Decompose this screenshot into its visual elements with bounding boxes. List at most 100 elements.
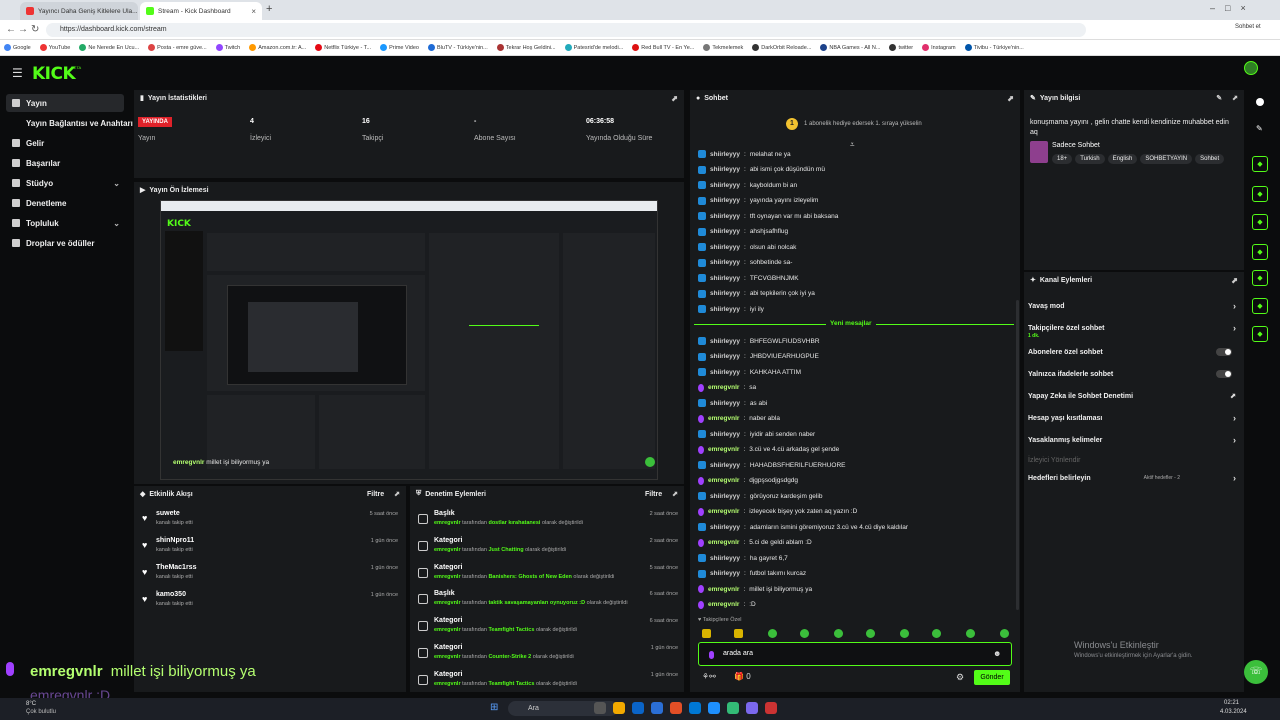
toggle-switch[interactable] <box>1216 370 1232 378</box>
browser-tab-youtube[interactable]: Yayıncı Daha Geniş Kitlelere Ula... × <box>20 2 138 20</box>
emote-icon[interactable] <box>768 629 777 638</box>
emote-icon[interactable] <box>900 629 909 638</box>
chat-username[interactable]: emregvnlr <box>708 539 739 546</box>
sidebar-item-0[interactable]: Yayın <box>6 94 124 112</box>
chevron-right-icon[interactable]: › <box>1233 301 1236 311</box>
tag-pill[interactable]: Sohbet <box>1195 154 1225 164</box>
bookmark-item[interactable]: Tekmelemek <box>703 44 743 51</box>
category-name[interactable]: Sadece Sohbet <box>1052 142 1100 149</box>
sidebar-item-6[interactable]: Topluluk ⌄ <box>6 214 124 232</box>
bookmark-item[interactable]: BluTV - Türkiye'nin... <box>427 44 488 51</box>
chat-username[interactable]: shiirleyyy <box>710 462 740 469</box>
channel-action-item[interactable]: Yasaklanmış kelimeler › <box>1024 430 1240 450</box>
taskbar-app-icon[interactable] <box>594 702 606 714</box>
popout-icon[interactable]: ⬈ <box>1232 94 1238 102</box>
channel-action-item[interactable]: Hedefleri belirleyin Aktif hedefler - 2 › <box>1024 468 1240 488</box>
taskbar-app-icon[interactable] <box>632 702 644 714</box>
taskbar-app-icon[interactable] <box>613 702 625 714</box>
chat-username[interactable]: emregvnlr <box>708 508 739 515</box>
chat-username[interactable]: shiirleyyy <box>710 400 740 407</box>
bookmark-item[interactable]: Netflix Türkiye - T... <box>315 44 371 51</box>
bookmark-item[interactable]: Red Bull TV - En Ye... <box>632 44 694 51</box>
sidebar-item-5[interactable]: Denetleme <box>6 194 124 212</box>
chat-scrollbar[interactable] <box>1016 300 1019 610</box>
external-link-icon[interactable]: ⬈ <box>1230 392 1236 400</box>
popout-icon[interactable]: ⬈ <box>1231 276 1238 285</box>
channel-action-item[interactable]: Takipçilere özel sohbet 1 dk. › <box>1024 318 1240 339</box>
channel-action-item[interactable]: Abonelere özel sohbet <box>1024 342 1240 362</box>
taskbar-app-icon[interactable] <box>689 702 701 714</box>
bookmark-item[interactable]: Ne Nerede En Ucu... <box>79 44 139 51</box>
bookmark-item[interactable]: Posta - emre güve... <box>148 44 207 51</box>
windows-start-icon[interactable]: ⊞ <box>490 702 498 713</box>
bookmark-item[interactable]: Patesrid'de melodi... <box>564 44 623 51</box>
tag-pill[interactable]: 18+ <box>1052 154 1073 164</box>
kick-logo[interactable]: KICK <box>32 64 76 84</box>
url-field[interactable]: https://dashboard.kick.com/stream <box>46 23 1086 37</box>
bookmark-item[interactable]: NBA Games - All N... <box>820 44 880 51</box>
bookmark-item[interactable]: Twitch <box>215 44 240 51</box>
sidebar-item-7[interactable]: Droplar ve ödüller <box>6 234 124 252</box>
chat-username[interactable]: shiirleyyy <box>710 213 740 220</box>
chat-username[interactable]: shiirleyyy <box>710 570 740 577</box>
chat-username[interactable]: emregvnlr <box>708 446 739 453</box>
chat-username[interactable]: shiirleyyy <box>710 259 740 266</box>
filter-button[interactable]: Filtre <box>367 491 384 498</box>
popout-icon[interactable]: ⬈ <box>394 490 400 498</box>
popout-icon[interactable]: ⬈ <box>672 490 678 498</box>
toggle-switch[interactable] <box>1216 348 1232 356</box>
moderator-icon[interactable]: ◆ <box>1252 156 1268 172</box>
chat-username[interactable]: shiirleyyy <box>710 290 740 297</box>
popout-icon[interactable]: ⬈ <box>671 94 678 103</box>
chat-username[interactable]: shiirleyyy <box>710 228 740 235</box>
user-avatar[interactable] <box>1244 61 1258 75</box>
filter-button[interactable]: Filtre <box>645 491 662 498</box>
browser-tab-kick[interactable]: Stream - Kick Dashboard × <box>140 2 262 20</box>
chat-username[interactable]: shiirleyyy <box>710 353 740 360</box>
bookmark-item[interactable]: Tekrar Hoş Geldini... <box>496 44 556 51</box>
send-button[interactable]: Gönder <box>974 670 1010 685</box>
lightning-icon[interactable]: ◆ <box>1252 186 1268 202</box>
window-controls[interactable]: –□× <box>1210 3 1256 13</box>
bookmark-item[interactable]: DarkOrbit Reloade... <box>752 44 811 51</box>
gear-icon[interactable]: ⚙ <box>956 672 964 683</box>
tag-pill[interactable]: Turkish <box>1075 154 1105 164</box>
edit-icon[interactable]: ✎ <box>1216 94 1222 102</box>
emote-icon[interactable] <box>734 629 743 638</box>
stream-preview-video[interactable]: KICK emregvnlr millet işi biliyormuş ya <box>160 200 658 480</box>
document-icon[interactable]: ◆ <box>1252 214 1268 230</box>
chat-username[interactable]: shiirleyyy <box>710 493 740 500</box>
close-icon[interactable]: × <box>251 7 256 16</box>
chat-username[interactable]: shiirleyyy <box>710 369 740 376</box>
chevron-right-icon[interactable]: › <box>1233 413 1236 423</box>
gift-banner[interactable]: 1 abonelik hediye edersek 1. sıraya yüks… <box>804 121 922 127</box>
tag-pill[interactable]: SOHBETYAYIN <box>1140 154 1193 164</box>
sidebar-item-2[interactable]: Gelir <box>6 134 124 152</box>
forward-icon[interactable]: → <box>18 24 28 35</box>
chat-input[interactable]: arada ara ☻ <box>698 642 1012 666</box>
channel-action-item[interactable]: Yavaş mod › <box>1024 296 1240 316</box>
bookmark-item[interactable]: twitter <box>889 44 913 51</box>
chat-username[interactable]: shiirleyyy <box>710 197 740 204</box>
help-chat-icon[interactable]: ☏ <box>1244 660 1268 684</box>
emote-icon[interactable] <box>702 629 711 638</box>
bookmark-item[interactable]: Amazon.com.tr: A... <box>249 44 306 51</box>
taskbar-app-icon[interactable] <box>708 702 720 714</box>
chat-username[interactable]: emregvnlr <box>708 384 739 391</box>
chat-username[interactable]: emregvnlr <box>708 586 739 593</box>
bookmark-item[interactable]: Prime Video <box>380 44 419 51</box>
popout-icon[interactable]: ⬈ <box>1007 94 1014 103</box>
chat-username[interactable]: shiirleyyy <box>710 275 740 282</box>
broadcast-icon[interactable]: ◆ <box>1252 270 1268 286</box>
profile-chip[interactable]: Sohbet et <box>1235 24 1261 30</box>
info-icon[interactable] <box>1256 98 1264 106</box>
emote-icon[interactable] <box>1000 629 1009 638</box>
back-icon[interactable]: ← <box>6 24 16 35</box>
bookmark-item[interactable]: YouTube <box>39 44 70 51</box>
taskbar-app-icon[interactable] <box>651 702 663 714</box>
chat-username[interactable]: shiirleyyy <box>710 431 740 438</box>
gift-count[interactable]: 🎁 0 <box>734 672 751 681</box>
wrench-icon[interactable]: ◆ <box>1252 326 1268 342</box>
tag-pill[interactable]: English <box>1107 154 1138 164</box>
chat-username[interactable]: shiirleyyy <box>710 166 740 173</box>
